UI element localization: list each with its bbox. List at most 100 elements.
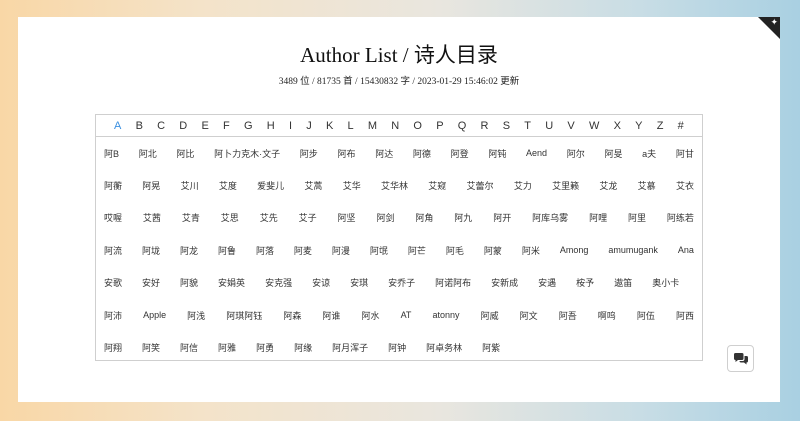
author-link[interactable]: 阿氓 xyxy=(370,244,388,257)
author-link[interactable]: 阿翔 xyxy=(104,341,122,354)
author-link[interactable]: 安琪 xyxy=(350,276,368,289)
author-link[interactable]: 阿剑 xyxy=(376,211,394,224)
letter-q[interactable]: Q xyxy=(458,120,467,132)
author-link[interactable]: Apple xyxy=(143,310,166,320)
author-link[interactable]: 阿蘅 xyxy=(104,179,122,192)
letter-y[interactable]: Y xyxy=(635,120,642,132)
letter-m[interactable]: M xyxy=(368,120,377,132)
author-link[interactable]: 艾茜 xyxy=(143,211,161,224)
author-link[interactable]: 阿流 xyxy=(104,244,122,257)
author-link[interactable]: amumugank xyxy=(608,245,658,255)
author-link[interactable]: 阿垅 xyxy=(142,244,160,257)
letter-hash[interactable]: # xyxy=(678,120,684,132)
author-link[interactable]: 艾度 xyxy=(219,179,237,192)
author-link[interactable]: 阿布 xyxy=(338,147,356,160)
author-link[interactable]: 安谅 xyxy=(312,276,330,289)
letter-x[interactable]: X xyxy=(614,120,621,132)
author-link[interactable]: 阿米 xyxy=(522,244,540,257)
author-link[interactable]: 安好 xyxy=(142,276,160,289)
author-link[interactable]: 阿貌 xyxy=(180,276,198,289)
author-link[interactable]: 阿勇 xyxy=(256,341,274,354)
author-link[interactable]: 阿练若 xyxy=(667,211,694,224)
author-link[interactable]: 阿登 xyxy=(451,147,469,160)
author-link[interactable]: 阿哩 xyxy=(589,211,607,224)
author-link[interactable]: 阿毛 xyxy=(446,244,464,257)
chat-button[interactable] xyxy=(727,345,754,372)
author-link[interactable]: 安遇 xyxy=(538,276,556,289)
letter-p[interactable]: P xyxy=(436,120,443,132)
author-link[interactable]: 阿旻 xyxy=(604,147,622,160)
letter-c[interactable]: C xyxy=(157,120,165,132)
author-link[interactable]: 阿谁 xyxy=(322,309,340,322)
author-link[interactable]: 阿落 xyxy=(256,244,274,257)
author-link[interactable]: 阿诺阿布 xyxy=(435,276,471,289)
author-link[interactable]: 阿水 xyxy=(361,309,379,322)
author-link[interactable]: 阿开 xyxy=(493,211,511,224)
letter-n[interactable]: N xyxy=(391,120,399,132)
author-link[interactable]: 艾子 xyxy=(299,211,317,224)
author-link[interactable]: 阿德 xyxy=(413,147,431,160)
author-link[interactable]: 阿角 xyxy=(415,211,433,224)
author-link[interactable]: 阿里 xyxy=(628,211,646,224)
author-link[interactable]: 安新成 xyxy=(491,276,518,289)
letter-o[interactable]: O xyxy=(413,120,422,132)
letter-h[interactable]: H xyxy=(267,120,275,132)
letter-i[interactable]: I xyxy=(289,120,292,132)
author-link[interactable]: 阿吾 xyxy=(559,309,577,322)
author-link[interactable]: 阿森 xyxy=(283,309,301,322)
author-link[interactable]: 艾衣 xyxy=(676,179,694,192)
author-link[interactable]: 艾慕 xyxy=(638,179,656,192)
author-link[interactable]: 阿尔 xyxy=(567,147,585,160)
letter-e[interactable]: E xyxy=(201,120,208,132)
letter-d[interactable]: D xyxy=(179,120,187,132)
author-link[interactable]: 阿B xyxy=(104,147,119,160)
author-link[interactable]: 阿麦 xyxy=(294,244,312,257)
author-link[interactable]: 艾里籁 xyxy=(552,179,579,192)
author-link[interactable]: 艾青 xyxy=(182,211,200,224)
author-link[interactable]: AT xyxy=(401,310,412,320)
author-link[interactable]: 阿库乌雾 xyxy=(532,211,568,224)
author-link[interactable]: 阿缘 xyxy=(294,341,312,354)
author-link[interactable]: 阿钟 xyxy=(388,341,406,354)
letter-r[interactable]: R xyxy=(481,120,489,132)
author-link[interactable]: 啊呜 xyxy=(598,309,616,322)
author-link[interactable]: Among xyxy=(560,245,589,255)
author-link[interactable]: 安乔子 xyxy=(388,276,415,289)
author-link[interactable]: 阿紫 xyxy=(482,341,500,354)
author-link[interactable]: 遨笛 xyxy=(614,276,632,289)
author-link[interactable]: 哎喔 xyxy=(104,211,122,224)
author-link[interactable]: 阿芒 xyxy=(408,244,426,257)
author-link[interactable]: 艾思 xyxy=(221,211,239,224)
author-link[interactable]: 阿鲁 xyxy=(218,244,236,257)
author-link[interactable]: 阿信 xyxy=(180,341,198,354)
author-link[interactable]: 阿琪阿钰 xyxy=(226,309,262,322)
author-link[interactable]: 阿九 xyxy=(454,211,472,224)
letter-v[interactable]: V xyxy=(567,120,574,132)
author-link[interactable]: 艾蕾尔 xyxy=(467,179,494,192)
author-link[interactable]: 安娟英 xyxy=(218,276,245,289)
author-link[interactable]: Ana xyxy=(678,245,694,255)
author-link[interactable]: 艾窥 xyxy=(428,179,446,192)
author-link[interactable]: 阿步 xyxy=(300,147,318,160)
letter-f[interactable]: F xyxy=(223,120,230,132)
author-link[interactable]: 桉予 xyxy=(576,276,594,289)
author-link[interactable]: 阿雅 xyxy=(218,341,236,354)
author-link[interactable]: 艾华 xyxy=(343,179,361,192)
author-link[interactable]: 阿威 xyxy=(481,309,499,322)
author-link[interactable]: 阿晃 xyxy=(142,179,160,192)
author-link[interactable]: 阿沛 xyxy=(104,309,122,322)
author-link[interactable]: 阿北 xyxy=(139,147,157,160)
author-link[interactable]: Aend xyxy=(526,148,547,158)
author-link[interactable]: 阿达 xyxy=(375,147,393,160)
author-link[interactable]: 阿伍 xyxy=(637,309,655,322)
author-link[interactable]: 艾川 xyxy=(181,179,199,192)
author-link[interactable]: 阿笑 xyxy=(142,341,160,354)
author-link[interactable]: 阿文 xyxy=(520,309,538,322)
author-link[interactable]: 阿坚 xyxy=(338,211,356,224)
author-link[interactable]: 阿甘 xyxy=(676,147,694,160)
letter-g[interactable]: G xyxy=(244,120,253,132)
author-link[interactable]: 阿浅 xyxy=(187,309,205,322)
author-link[interactable]: 奥小卡 xyxy=(652,276,679,289)
author-link[interactable]: 阿卜力克木·文子 xyxy=(214,147,280,160)
letter-k[interactable]: K xyxy=(326,120,333,132)
